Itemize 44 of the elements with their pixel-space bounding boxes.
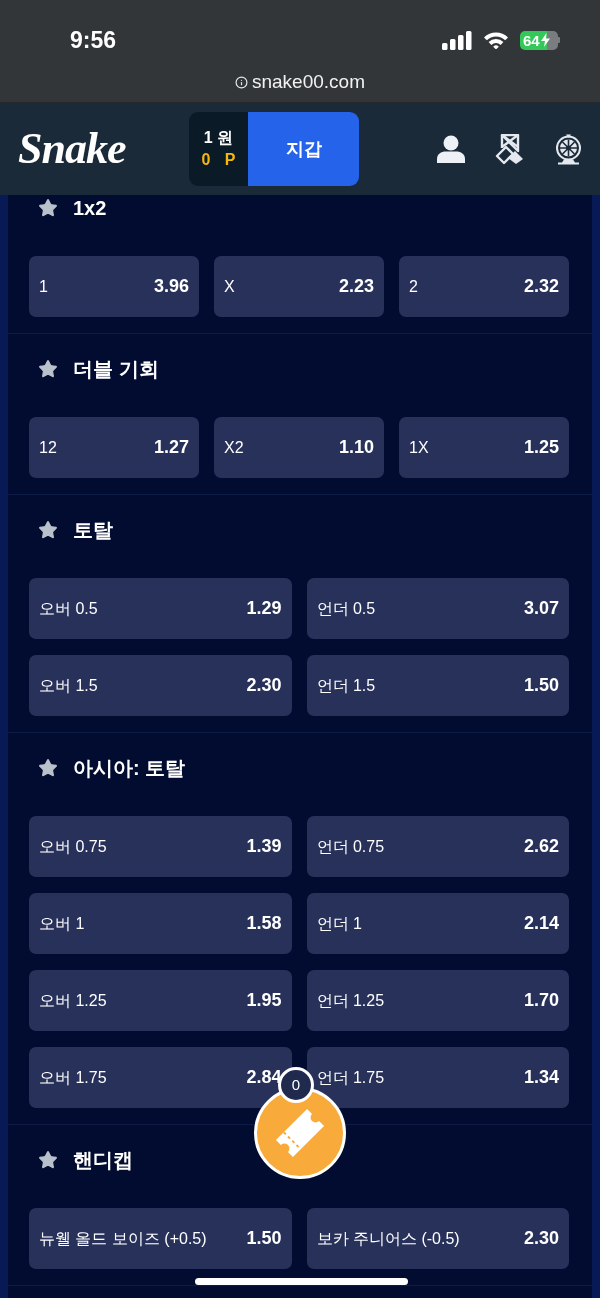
favorite-star-icon[interactable] [38, 359, 58, 379]
favorite-star-icon[interactable] [38, 758, 58, 778]
odds-button[interactable]: 오버 0.75 1.39 [29, 816, 292, 877]
favorite-star-icon[interactable] [38, 198, 58, 218]
tickets-icon[interactable] [495, 133, 525, 165]
odds-button[interactable]: 언더 1.25 1.70 [306, 970, 569, 1031]
odds-button[interactable]: 오버 1.75 2.84 [29, 1047, 292, 1108]
market-title: 토탈 [73, 518, 113, 543]
odds-button[interactable]: X2 1.10 [214, 417, 384, 478]
market-title: 더블 기회 [73, 357, 159, 382]
odds-button[interactable]: 1 3.96 [29, 256, 199, 317]
points-amount: 0 P [200, 150, 241, 170]
wifi-icon [483, 31, 509, 49]
charging-bolt-icon [540, 33, 550, 47]
market-title: 핸디캡 [73, 1148, 133, 1173]
info-icon[interactable] [235, 75, 248, 89]
favorite-star-icon[interactable] [38, 1150, 58, 1170]
odds-button[interactable]: 언더 1.75 1.34 [306, 1047, 569, 1108]
odds-button[interactable]: 언더 0.75 2.62 [306, 816, 569, 877]
odds-button[interactable]: 12 1.27 [29, 417, 199, 478]
odds-button[interactable]: X 2.23 [214, 256, 384, 317]
battery-percent: 64 [523, 30, 540, 50]
snake-logo[interactable]: Snake [14, 122, 134, 176]
odds-button[interactable]: 보카 주니어스 (-0.5) 2.30 [306, 1208, 569, 1269]
wallet-button[interactable]: 지갑 [248, 112, 359, 186]
url-text[interactable]: snake00.com [252, 70, 365, 94]
odds-button[interactable]: 1X 1.25 [399, 417, 569, 478]
odds-button[interactable]: 오버 1.25 1.95 [29, 970, 292, 1031]
odds-button[interactable]: 오버 1.5 2.30 [29, 655, 292, 716]
odds-button[interactable]: 오버 0.5 1.29 [29, 578, 292, 639]
signal-icon [442, 30, 472, 50]
prize-wheel-icon[interactable] [555, 133, 582, 165]
odds-button[interactable]: 언더 1.5 1.50 [306, 655, 569, 716]
odds-button[interactable]: 뉴웰 올드 보이즈 (+0.5) 1.50 [29, 1208, 292, 1269]
odds-button[interactable]: 오버 1 1.58 [29, 893, 292, 954]
market-title: 아시아: 토탈 [73, 756, 186, 781]
balance-amount: 1 원 [203, 128, 234, 148]
status-time: 9:56 [70, 26, 117, 54]
user-icon[interactable] [437, 135, 465, 163]
odds-button[interactable]: 언더 0.5 3.07 [306, 578, 569, 639]
favorite-star-icon[interactable] [38, 520, 58, 540]
odds-button[interactable]: 언더 1 2.14 [306, 893, 569, 954]
odds-button[interactable]: 2 2.32 [399, 256, 569, 317]
market-title: 1x2 [73, 196, 107, 221]
